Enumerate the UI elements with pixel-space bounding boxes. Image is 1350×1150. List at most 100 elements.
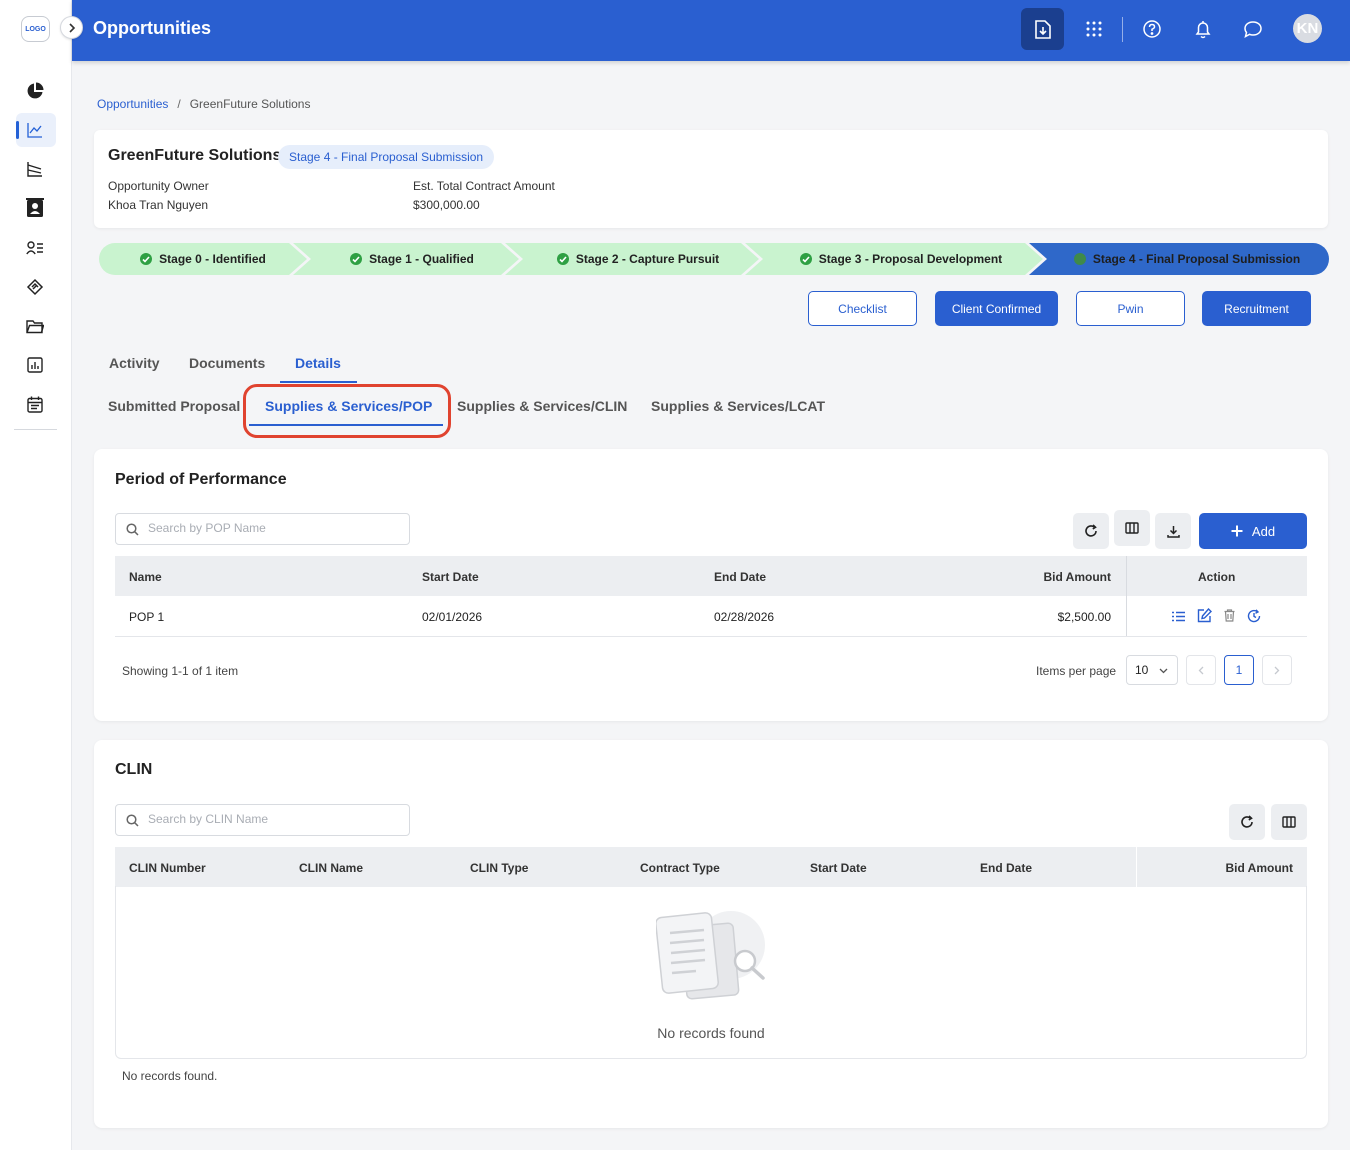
search-icon [126,523,139,536]
pop-add-button[interactable]: Add [1199,513,1307,549]
pop-search-input[interactable] [148,521,398,535]
pop-search-field[interactable] [115,513,410,545]
clin-search-field[interactable] [115,804,410,836]
user-avatar[interactable]: KN [1293,14,1322,43]
no-records-illustration-icon [656,911,765,1000]
column-header-start-date[interactable]: Start Date [422,570,479,584]
download-icon [1166,525,1180,538]
column-header-bid-amount[interactable]: Bid Amount [1043,570,1111,584]
column-header-contract-type[interactable]: Contract Type [640,861,720,875]
checklist-button[interactable]: Checklist [808,291,917,326]
empty-state-text: No records found [657,1025,765,1041]
next-page-button[interactable] [1262,655,1292,685]
apps-grid-button[interactable] [1072,8,1115,50]
clin-card: CLIN CLIN Number CLIN Name CLIN Type Con… [94,740,1328,1128]
action-column-divider [1126,556,1127,636]
column-header-end-date[interactable]: End Date [714,570,766,584]
sidebar-divider [14,429,57,430]
sidebar: LOGO [0,0,72,1150]
pwin-button[interactable]: Pwin [1076,291,1185,326]
check-circle-icon [799,253,812,265]
refresh-icon [1241,815,1253,828]
prev-page-button[interactable] [1186,655,1216,685]
clin-columns-button[interactable] [1271,804,1307,840]
chat-bubble-icon [1243,20,1262,38]
tab-activity[interactable]: Activity [109,355,160,371]
column-header-action: Action [1198,570,1236,584]
client-confirmed-button[interactable]: Client Confirmed [935,291,1058,326]
clin-table: CLIN Number CLIN Name CLIN Type Contract… [115,847,1307,887]
trend-chart-icon[interactable] [24,119,46,141]
plus-icon [1231,525,1243,537]
expand-sidebar-button[interactable] [60,16,83,39]
column-header-start-date[interactable]: Start Date [810,861,867,875]
line-chart-icon[interactable] [24,158,46,180]
check-circle-icon [556,253,569,265]
stage-1[interactable]: Stage 1 - Qualified [293,243,519,275]
clin-search-input[interactable] [148,812,398,826]
recruitment-button[interactable]: Recruitment [1202,291,1311,326]
stage-3[interactable]: Stage 3 - Proposal Development [745,243,1043,275]
subtab-supplies-lcat[interactable]: Supplies & Services/LCAT [651,398,825,414]
breadcrumb-opportunities-link[interactable]: Opportunities [97,97,168,111]
owner-value: Khoa Tran Nguyen [108,198,209,212]
column-header-clin-number[interactable]: CLIN Number [129,861,206,875]
breadcrumb-separator: / [177,97,181,111]
column-header-clin-name[interactable]: CLIN Name [299,861,363,875]
stage-badge: Stage 4 - Final Proposal Submission [278,145,495,169]
opportunity-info-card: GreenFuture Solutions Stage 4 - Final Pr… [94,130,1328,228]
edit-icon[interactable] [1197,608,1212,623]
folder-icon[interactable] [24,315,46,337]
columns-icon [1125,522,1139,534]
pop-columns-button[interactable] [1114,510,1150,546]
highlight-annotation [243,384,451,438]
stage-2[interactable]: Stage 2 - Capture Pursuit [505,243,759,275]
pop-card-title: Period of Performance [115,471,287,488]
breadcrumb: Opportunities / GreenFuture Solutions [97,97,310,111]
stage-label: Stage 4 - Final Proposal Submission [1092,252,1301,266]
tab-documents[interactable]: Documents [189,355,265,371]
pop-refresh-button[interactable] [1073,513,1109,549]
column-header-name[interactable]: Name [129,570,162,584]
columns-icon [1282,816,1296,828]
items-per-page-select[interactable]: 10 [1126,655,1178,685]
row-divider [115,636,1307,637]
list-icon[interactable] [1172,611,1185,622]
help-button[interactable] [1130,8,1173,50]
column-header-end-date[interactable]: End Date [980,861,1032,875]
clin-table-header: CLIN Number CLIN Name CLIN Type Contract… [115,847,1307,887]
handshake-icon[interactable] [24,276,46,298]
history-icon[interactable] [1247,609,1261,623]
contact-card-icon[interactable] [24,197,46,219]
download-document-button[interactable] [1021,8,1064,50]
bell-icon [1195,20,1210,38]
stage-4-current[interactable]: Stage 4 - Final Proposal Submission [1029,243,1329,275]
trash-icon[interactable] [1224,609,1235,622]
stage-0[interactable]: Stage 0 - Identified [99,243,307,275]
user-list-icon[interactable] [24,237,46,259]
stage-label: Stage 0 - Identified [159,252,266,266]
chat-button[interactable] [1231,8,1274,50]
bar-report-icon[interactable] [24,354,46,376]
pop-name-cell: POP 1 [129,610,165,624]
pie-chart-icon[interactable] [24,80,46,102]
help-icon [1142,20,1161,38]
tab-details[interactable]: Details [295,355,341,371]
column-header-bid-amount[interactable]: Bid Amount [1225,861,1293,875]
owner-label: Opportunity Owner [108,179,209,193]
clin-refresh-button[interactable] [1229,804,1265,840]
pop-download-button[interactable] [1155,513,1191,549]
subtab-supplies-clin[interactable]: Supplies & Services/CLIN [457,398,627,414]
header-separator [1122,17,1123,42]
file-download-icon [1034,19,1051,39]
top-header: Opportunities KN [72,0,1350,61]
stage-label: Stage 1 - Qualified [369,252,474,266]
column-header-clin-type[interactable]: CLIN Type [470,861,528,875]
page-1-button[interactable]: 1 [1224,655,1254,685]
items-per-page-value: 10 [1135,663,1149,677]
calendar-icon[interactable] [24,393,46,415]
subtab-submitted-proposal[interactable]: Submitted Proposal [108,398,240,414]
stage-label: Stage 2 - Capture Pursuit [575,252,720,266]
notifications-button[interactable] [1181,8,1224,50]
pop-showing-count: Showing 1-1 of 1 item [122,664,239,678]
